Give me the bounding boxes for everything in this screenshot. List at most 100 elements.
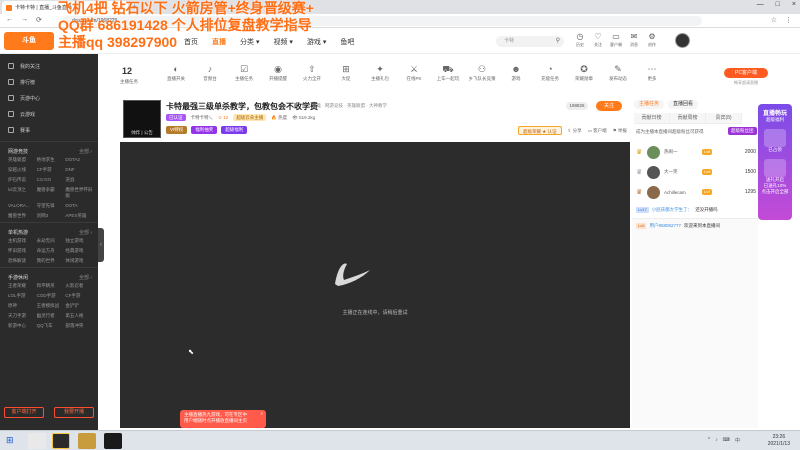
search-icon[interactable]: ⚲ [556, 36, 560, 47]
toolbar-item[interactable]: ◐ 直播开关 [162, 62, 190, 82]
fan-club-button[interactable]: 超级粉丝团 [728, 127, 757, 135]
pc-client-button[interactable]: PC客户端 [724, 68, 768, 78]
tray-expand-icon[interactable]: ^ [708, 437, 710, 444]
category-link[interactable]: 恐怖解谜 [8, 258, 37, 264]
chat-message[interactable]: Lv6 用户858082777 欢迎来到本直播间 [636, 223, 756, 229]
nav-live[interactable]: 直播 [212, 37, 226, 47]
category-link[interactable]: 我的世界 [37, 258, 66, 264]
honor-badge[interactable]: 超级荣耀 ★ 认证 [518, 126, 562, 135]
category-link[interactable]: 幽灵行者 [37, 313, 66, 319]
toolbar-item[interactable]: ☻ 游戏 [502, 62, 530, 82]
app-icon[interactable] [52, 433, 70, 449]
category-link[interactable]: 经典游戏 [65, 248, 94, 254]
nav-yuba[interactable]: 鱼吧 [340, 37, 354, 47]
floating-promo[interactable]: 直播畅玩 超级福利 已占领 送礼开启 已送礼10% 点击开启全部 [758, 104, 792, 220]
follow-list-button[interactable]: ♡ 关注 [592, 32, 604, 48]
nav-game[interactable]: 游戏 ▾ [307, 37, 326, 47]
client-button[interactable]: ▭ 客户端 [610, 32, 622, 48]
toolbar-item[interactable]: ◔ 充能任务 [536, 62, 564, 82]
toolbar-item[interactable]: ☑ 主播任务 [230, 62, 258, 82]
category-link[interactable]: 魔兽世界 [8, 213, 37, 219]
reload-icon[interactable]: ⟳ [36, 16, 42, 24]
toolbar-item[interactable]: ⛟ 上车一起玩 [434, 62, 462, 82]
maximize-button[interactable]: □ [776, 1, 780, 8]
vip-badge[interactable]: VI特权 [166, 126, 188, 134]
start-live-button[interactable]: 我要开播 [54, 407, 94, 418]
app-icon[interactable] [104, 433, 122, 449]
keyboard-icon[interactable]: ⌨ [723, 437, 730, 444]
room-tags[interactable]: 英雄 · 网游竞技 · 英雄联盟 · 大神教学 [312, 103, 387, 109]
windows-start-icon[interactable]: ⊞ [6, 435, 14, 446]
site-logo[interactable]: 斗鱼 [4, 32, 54, 50]
toolbar-item[interactable]: ⇧ 火力全开 [298, 62, 326, 82]
category-link[interactable]: 火影忍者 [65, 283, 94, 289]
create-button[interactable]: ⚙ 创作 [646, 32, 658, 48]
category-link[interactable]: 穿越火线 [8, 167, 37, 173]
tab-weekly-rank[interactable]: 贡献周榜 [670, 113, 706, 123]
notice-toast[interactable]: 主播直播热九游戏，可在专区中 用户端随时点开播放直播间主页 × [180, 410, 266, 428]
message-button[interactable]: ✉ 消息 [628, 32, 640, 48]
category-link[interactable]: LOL手游 [8, 293, 37, 299]
toolbar-item[interactable]: ⋯ 更多 [638, 62, 666, 82]
report-button[interactable]: ⚑ 举报 [613, 128, 627, 134]
category-link[interactable]: 王者荣耀 [8, 283, 37, 289]
back-icon[interactable]: ← [6, 16, 13, 24]
sidebar-item-cloudgame[interactable]: 云游戏 [0, 106, 98, 122]
category-link[interactable]: 休闲游戏 [65, 258, 94, 264]
rank-row[interactable]: ♛ Achillecam Lv7 1295 [636, 184, 756, 200]
nav-video[interactable]: 视频 ▾ [273, 37, 292, 47]
toolbar-item[interactable]: ⊞ 大促 [332, 62, 360, 82]
category-link[interactable]: 主机游戏 [8, 238, 37, 244]
lol-icon[interactable] [78, 433, 96, 449]
category-link[interactable]: lol云顶之 [8, 187, 37, 199]
nav-category[interactable]: 分类 ▾ [240, 37, 259, 47]
category-link[interactable]: DOTA2 [65, 157, 94, 163]
category-link[interactable]: CF手游 [65, 293, 94, 299]
toolbar-item[interactable]: ⚇ 乡飞队长竞猜 [468, 62, 496, 82]
star-icon[interactable]: ☆ [771, 16, 777, 24]
sidebar-item-webgame[interactable]: 页游中心 [0, 90, 98, 106]
sidebar-item-follow[interactable]: 我的关注 [0, 58, 98, 74]
section-all-link[interactable]: 全部 › [79, 148, 92, 155]
category-link[interactable]: CF手游 [37, 167, 66, 173]
client-watch-button[interactable]: ▭ 客户端 [588, 128, 607, 134]
category-link[interactable]: COD手游 [37, 293, 66, 299]
share-button[interactable]: ⇪ 分享 [568, 128, 582, 134]
toolbar-item[interactable]: ✪ 荣耀勋章 [570, 62, 598, 82]
category-link[interactable]: 英雄联盟 [8, 157, 37, 163]
sidebar-item-rank[interactable]: 排行榜 [0, 74, 98, 90]
category-link[interactable]: 绝地求生 [37, 157, 66, 163]
category-link[interactable]: 魔兽世界怀旧服 [65, 187, 94, 199]
category-link[interactable]: 金铲铲 [65, 303, 94, 309]
search-input[interactable]: 卡特 ⚲ [496, 36, 564, 47]
section-all-link[interactable]: 全部 › [79, 274, 92, 281]
chrome-icon[interactable] [28, 433, 46, 449]
category-link[interactable]: 逆战 [65, 177, 94, 183]
video-player[interactable]: 主播正在连线中，请稍后重试 ⬉ [120, 142, 630, 428]
tab-vip[interactable]: 贵宾(8) [706, 113, 742, 123]
history-button[interactable]: ◷ 历史 [574, 32, 586, 48]
lottery-badge[interactable]: 福利抽奖 [191, 126, 218, 134]
category-link[interactable]: 原神 [8, 303, 37, 309]
rank-row[interactable]: ♛ 热闹一 Lv8 2000 [636, 144, 756, 160]
toolbar-item[interactable]: ✎ 发布动态 [604, 62, 632, 82]
section-all-link[interactable]: 全部 › [79, 229, 92, 236]
volume-icon[interactable]: ♪ [715, 437, 718, 444]
category-link[interactable]: 剑网3 [37, 213, 66, 219]
category-link[interactable]: 和平精英 [37, 283, 66, 289]
welfare-badge[interactable]: 超级福利 [221, 126, 248, 134]
category-link[interactable]: 新游中心 [8, 323, 37, 329]
minimize-button[interactable]: — [757, 1, 764, 8]
category-link[interactable]: DNF [65, 167, 94, 173]
sidebar-collapse-button[interactable]: ‹ [98, 228, 104, 262]
tab-replay[interactable]: 直播回看 [668, 100, 699, 109]
nav-home[interactable]: 首页 [184, 37, 198, 47]
follow-button[interactable]: 关注 [596, 101, 622, 111]
toolbar-item[interactable]: ♪ 音频台 [196, 62, 224, 82]
category-link[interactable]: CS:GO [37, 177, 66, 183]
toolbar-item[interactable]: ✦ 主播礼包 [366, 62, 394, 82]
category-link[interactable]: VALORA... [8, 203, 37, 209]
category-link[interactable]: 魔兽争霸 [37, 187, 66, 199]
category-link[interactable]: 王者模拟战 [37, 303, 66, 309]
menu-icon[interactable]: ⋮ [785, 16, 792, 24]
